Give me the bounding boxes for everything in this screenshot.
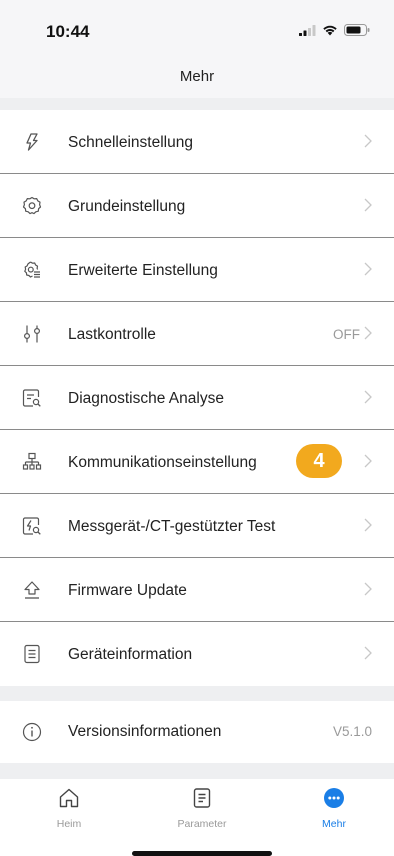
chevron-right-icon — [364, 454, 372, 468]
document-icon — [24, 644, 40, 664]
chevron-right-icon — [364, 646, 372, 660]
info-icon — [22, 722, 42, 742]
chevron-right-icon — [364, 262, 372, 276]
menu-item-label: Erweiterte Einstellung — [68, 262, 218, 279]
lightning-icon — [26, 133, 38, 151]
upload-icon — [24, 581, 40, 599]
battery-icon — [344, 24, 370, 36]
status-icons — [299, 24, 370, 36]
version-value: V5.1.0 — [332, 724, 372, 739]
chevron-right-icon — [364, 518, 372, 532]
network-icon — [22, 452, 42, 470]
chevron-right-icon — [364, 582, 372, 596]
menu-item-kommunikationseinstellung[interactable]: Kommunikationseinstellung 4 — [0, 430, 394, 494]
step-badge: 4 — [296, 444, 342, 478]
menu-item-diagnostische-analyse[interactable]: Diagnostische Analyse — [0, 366, 394, 430]
nav-header: Mehr — [0, 56, 394, 98]
chevron-right-icon — [364, 390, 372, 404]
menu-item-label: Geräteinformation — [68, 646, 193, 663]
menu-item-label: Kommunikationseinstellung — [68, 454, 257, 471]
status-bar: 10:44 — [0, 0, 394, 56]
menu-item-label: Lastkontrolle — [68, 326, 156, 343]
menu-item-label: Diagnostische Analyse — [68, 390, 224, 407]
advanced-settings-icon — [24, 261, 40, 278]
chevron-right-icon — [364, 134, 372, 148]
menu-item-schnelleinstellung[interactable]: Schnelleinstellung — [0, 110, 394, 174]
home-icon — [59, 788, 79, 808]
chevron-right-icon — [364, 326, 372, 340]
menu-item-label: Firmware Update — [68, 582, 187, 599]
tab-label: Parameter — [177, 818, 227, 830]
parameter-icon — [193, 788, 211, 808]
menu-item-messgeraet-test[interactable]: Messgerät-/CT-gestützter Test — [0, 494, 394, 558]
version-label: Versionsinformationen — [68, 723, 222, 740]
menu-item-grundeinstellung[interactable]: Grundeinstellung — [0, 174, 394, 238]
more-icon — [324, 788, 344, 808]
tab-label: Mehr — [322, 818, 346, 830]
tab-label: Heim — [56, 818, 82, 830]
section-separator — [0, 98, 394, 110]
wifi-icon — [323, 25, 337, 36]
tab-parameter[interactable]: Parameter — [157, 787, 247, 830]
section-separator — [0, 686, 394, 701]
version-info-row[interactable]: Versionsinformationen V5.1.0 — [0, 701, 394, 763]
menu-item-lastkontrolle[interactable]: Lastkontrolle OFF — [0, 302, 394, 366]
menu-item-label: Grundeinstellung — [68, 198, 186, 215]
status-time: 10:44 — [46, 22, 90, 41]
tab-heim[interactable]: Heim — [24, 787, 114, 830]
lastkontrolle-status: OFF — [333, 327, 360, 342]
meter-test-icon — [22, 517, 41, 535]
page-title: Mehr — [179, 68, 215, 85]
signal-icon — [299, 24, 316, 36]
menu-item-label: Schnelleinstellung — [68, 134, 193, 151]
menu-item-geraeteinformation[interactable]: Geräteinformation — [0, 622, 394, 686]
sliders-icon — [23, 325, 41, 343]
menu-item-firmware-update[interactable]: Firmware Update — [0, 558, 394, 622]
settings-menu: Schnelleinstellung Grundeinstellung Erwe… — [0, 110, 394, 686]
home-indicator — [132, 851, 272, 856]
section-separator — [0, 763, 394, 779]
menu-item-label: Messgerät-/CT-gestützter Test — [68, 518, 276, 535]
tab-bar: Heim Parameter Mehr — [0, 779, 394, 856]
gear-icon — [22, 196, 42, 215]
menu-item-erweiterte-einstellung[interactable]: Erweiterte Einstellung — [0, 238, 394, 302]
tab-mehr[interactable]: Mehr — [289, 787, 379, 830]
chevron-right-icon — [364, 198, 372, 212]
diagnosis-icon — [22, 389, 41, 407]
